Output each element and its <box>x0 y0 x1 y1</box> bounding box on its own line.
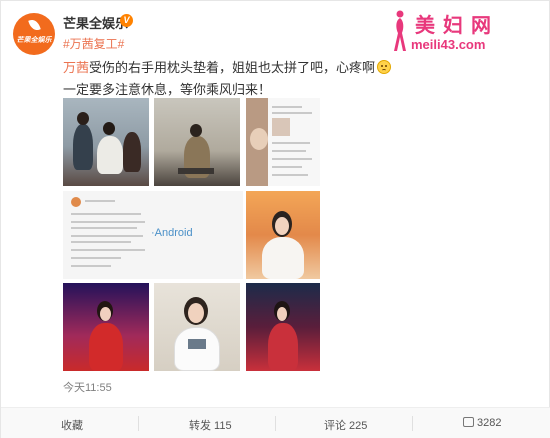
photo-8[interactable] <box>246 283 320 371</box>
photo-4-screenshot[interactable]: ·Android <box>63 191 243 279</box>
photo-6[interactable] <box>63 283 149 371</box>
post-text-line-1: 万茜受伤的右手用枕头垫着，姐姐也太拼了吧，心疼啊 <box>63 57 392 76</box>
woman-silhouette-icon <box>394 10 406 51</box>
username[interactable]: 芒果全娱乐 <box>63 13 128 32</box>
post-text-line-2: 一定要多注意休息，等你乘风归来！ <box>63 82 272 97</box>
repost-button[interactable]: 转发 115 <box>189 417 232 433</box>
sad-face-emoji-icon <box>377 60 392 74</box>
post-timestamp[interactable]: 今天11:55 <box>63 379 112 395</box>
thumbs-up-icon <box>463 417 474 427</box>
photo-1[interactable] <box>63 98 149 186</box>
mention-link[interactable]: 万茜 <box>63 60 89 75</box>
action-bar: 收藏 转发 115 评论 225 3282 <box>1 407 550 438</box>
post-text-rest: 受伤的右手用枕头垫着，姐姐也太拼了吧，心疼啊 <box>89 60 376 75</box>
android-label: ·Android <box>151 227 193 239</box>
mango-leaf-icon <box>28 17 41 33</box>
like-button[interactable]: 3282 <box>463 417 501 429</box>
photo-2[interactable] <box>154 98 240 186</box>
favorite-button[interactable]: 收藏 <box>61 417 83 433</box>
photo-5[interactable] <box>246 191 320 279</box>
comment-button[interactable]: 评论 225 <box>324 417 367 433</box>
divider <box>138 416 139 431</box>
divider <box>275 416 276 431</box>
avatar[interactable]: 芒果全娱乐 <box>13 13 55 55</box>
watermark: 美妇网 meili43.com <box>387 7 547 59</box>
watermark-title: 美妇网 <box>415 15 499 37</box>
avatar-logo-text: 芒果全娱乐 <box>16 37 52 44</box>
photo-7[interactable] <box>154 283 240 371</box>
photo-grid: ·Android <box>63 98 321 371</box>
divider <box>412 416 413 431</box>
verified-icon: V <box>120 14 133 27</box>
photo-3-screenshot[interactable] <box>246 98 320 186</box>
weibo-post-card: 芒果全娱乐 芒果全娱乐 V #万茜复工# 万茜受伤的右手用枕头垫着，姐姐也太拼了… <box>0 0 550 438</box>
hashtag-link[interactable]: #万茜复工# <box>63 35 124 52</box>
watermark-url: meili43.com <box>411 37 486 52</box>
like-count: 3282 <box>477 417 502 429</box>
